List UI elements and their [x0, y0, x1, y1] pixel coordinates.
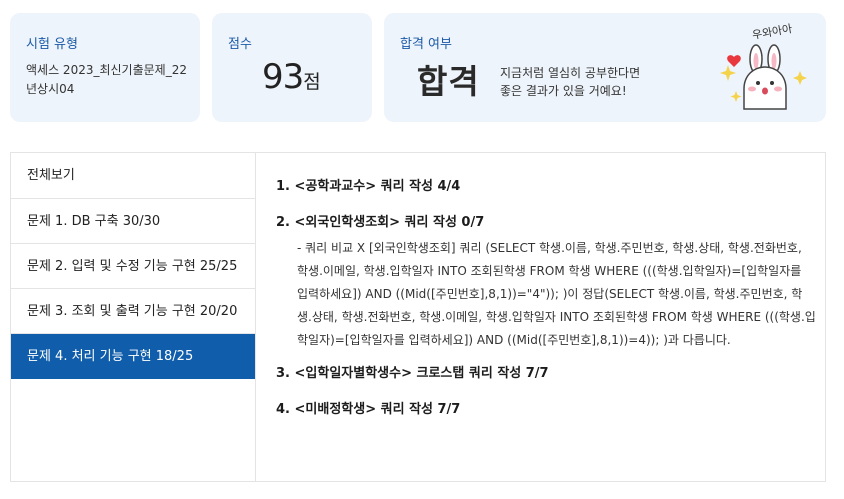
pass-result-message: 지금처럼 열심히 공부한다면 좋은 결과가 있을 거예요!	[500, 64, 640, 100]
pass-result-value: 합격	[417, 62, 480, 101]
bunny-mascot-icon: 우와아아	[720, 22, 807, 110]
sidebar-nav: 전체보기 문제 1. DB 구축 30/30 문제 2. 입력 및 수정 기능 …	[11, 153, 256, 481]
score-card: 점수 93점	[212, 13, 372, 122]
sidebar-item-problem-3[interactable]: 문제 3. 조회 및 출력 기능 구현 20/20	[11, 289, 255, 334]
score-label: 점수	[228, 37, 252, 52]
exam-type-card: 시험 유형 액세스 2023_최신기출문제_22년상시04	[10, 13, 200, 122]
pass-result-card: 합격 여부 합격 지금처럼 열심히 공부한다면 좋은 결과가 있을 거예요! 우…	[384, 13, 826, 122]
exam-type-label: 시험 유형	[26, 37, 78, 52]
result-detail-panel: 전체보기 문제 1. DB 구축 30/30 문제 2. 입력 및 수정 기능 …	[10, 152, 826, 482]
score-unit: 점	[303, 71, 321, 93]
pass-message-line2: 좋은 결과가 있을 거예요!	[500, 84, 627, 98]
question-3-title: 3. <입학일자별학생수> 크로스탭 쿼리 작성 7/7	[276, 366, 549, 381]
question-2-title: 2. <외국인학생조회> 쿼리 작성 0/7	[276, 215, 485, 230]
score-display: 93점	[262, 57, 321, 97]
mascot-speech: 우와아아	[751, 22, 793, 42]
pass-message-line1: 지금처럼 열심히 공부한다면	[500, 66, 641, 80]
question-list: 1. <공학과교수> 쿼리 작성 4/4 2. <외국인학생조회> 쿼리 작성 …	[276, 175, 816, 434]
score-value: 93	[262, 57, 304, 97]
sidebar-item-problem-4[interactable]: 문제 4. 처리 기능 구현 18/25	[11, 334, 255, 379]
exam-type-value: 액세스 2023_최신기출문제_22년상시04	[26, 63, 187, 96]
question-2-detail: - 쿼리 비교 X [외국인학생조회] 쿼리 (SELECT 학생.이름, 학생…	[297, 241, 816, 347]
sidebar-item-problem-1[interactable]: 문제 1. DB 구축 30/30	[11, 199, 255, 244]
pass-result-label: 합격 여부	[400, 37, 452, 52]
question-1-title: 1. <공학과교수> 쿼리 작성 4/4	[276, 179, 461, 194]
sidebar-item-all[interactable]: 전체보기	[11, 153, 255, 199]
question-4-title: 4. <미배정학생> 쿼리 작성 7/7	[276, 402, 461, 417]
sidebar-item-problem-2[interactable]: 문제 2. 입력 및 수정 기능 구현 25/25	[11, 244, 255, 289]
